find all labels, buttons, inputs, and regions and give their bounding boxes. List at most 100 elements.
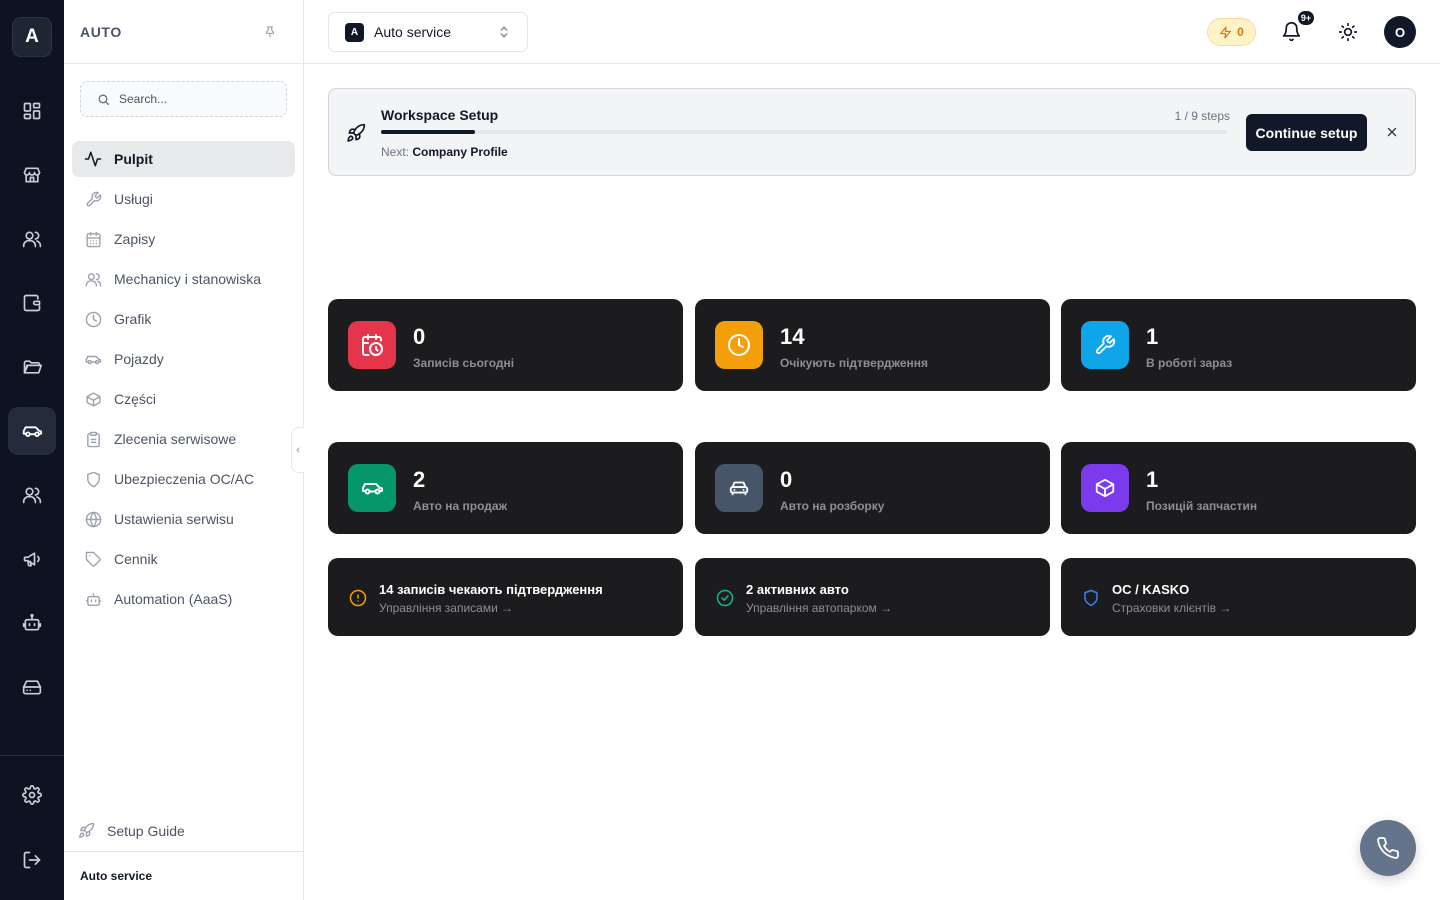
- globe-icon: [84, 511, 102, 528]
- box-icon: [84, 391, 102, 408]
- sidebar-item-zlecenia[interactable]: Zlecenia serwisowe: [72, 421, 295, 457]
- stat-card-today-bookings[interactable]: 0 Записів сьогодні: [328, 299, 683, 391]
- app-logo[interactable]: A: [12, 17, 52, 57]
- sidebar-item-ubezpieczenia[interactable]: Ubezpieczenia OC/AC: [72, 461, 295, 497]
- next-label: Next:: [381, 145, 410, 159]
- workspace-switcher[interactable]: A Auto service: [328, 12, 528, 52]
- sidebar-item-cennik[interactable]: Cennik: [72, 541, 295, 577]
- workspace-name: Auto service: [374, 24, 452, 40]
- sidebar-item-label: Mechanicy i stanowiska: [114, 271, 262, 287]
- wrench-icon: [84, 191, 102, 208]
- bell-icon: [1281, 21, 1302, 42]
- rail-team-button[interactable]: [8, 471, 56, 519]
- clock-icon: [84, 311, 102, 328]
- stat-card-parts-positions[interactable]: 1 Позицій запчастин: [1061, 442, 1416, 534]
- workspace-badge: A: [345, 22, 364, 42]
- quick-link-active-cars[interactable]: 2 активних авто Управління автопарком →: [695, 558, 1050, 636]
- topbar-divider: [304, 63, 1440, 64]
- team-icon: [22, 485, 42, 505]
- stat-label: Очікують підтвердження: [780, 356, 928, 370]
- setup-guide-link[interactable]: Setup Guide: [78, 822, 185, 839]
- stat-value: 14: [780, 324, 805, 349]
- shield-icon: [84, 471, 102, 488]
- activity-icon: [84, 150, 102, 168]
- sidebar-item-label: Ubezpieczenia OC/AC: [114, 471, 255, 487]
- stat-label: Записів сьогодні: [413, 356, 515, 370]
- rail-auto-button[interactable]: [8, 407, 56, 455]
- car-icon: [84, 350, 102, 369]
- rail-wallet-button[interactable]: [8, 279, 56, 327]
- close-icon: [1385, 125, 1399, 139]
- robot-icon: [22, 613, 42, 633]
- quick-link-subtitle: Управління записами →: [379, 601, 514, 615]
- stat-label: Авто на розборку: [780, 499, 885, 513]
- sidebar-item-label: Zlecenia serwisowe: [114, 431, 237, 447]
- users-icon: [22, 229, 42, 249]
- stat-value: 2: [413, 467, 426, 492]
- sidebar-item-grafik[interactable]: Grafik: [72, 301, 295, 337]
- rail-store-button[interactable]: [8, 151, 56, 199]
- collapse-sidebar-button[interactable]: [291, 427, 304, 473]
- bot-icon: [84, 591, 102, 608]
- setup-progress-fill: [381, 130, 475, 134]
- rail-settings-button[interactable]: [8, 771, 56, 819]
- package-icon: [1081, 464, 1129, 512]
- rail-storage-button[interactable]: [8, 663, 56, 711]
- tag-icon: [84, 551, 102, 568]
- notifications-button[interactable]: [1281, 21, 1302, 42]
- quick-link-pending-bookings[interactable]: 14 записів чекають підтвердження Управлі…: [328, 558, 683, 636]
- chevrons-up-down-icon: [497, 25, 511, 39]
- stat-label: Авто на продаж: [413, 499, 508, 513]
- sidebar-item-uslugi[interactable]: Usługi: [72, 181, 295, 217]
- phone-icon: [1376, 836, 1400, 860]
- icon-rail: A: [0, 0, 64, 900]
- credits-count: 0: [1237, 25, 1244, 39]
- rail-automation-button[interactable]: [8, 599, 56, 647]
- megaphone-icon: [22, 549, 42, 569]
- sidebar-item-zapisy[interactable]: Zapisy: [72, 221, 295, 257]
- setup-title: Workspace Setup: [381, 107, 499, 123]
- sidebar-search[interactable]: [80, 81, 287, 117]
- dismiss-banner-button[interactable]: [1385, 125, 1399, 139]
- sidebar-header-divider: [64, 63, 303, 64]
- sidebar-item-ustawienia[interactable]: Ustawienia serwisu: [72, 501, 295, 537]
- search-input[interactable]: [119, 92, 269, 106]
- stat-value: 0: [780, 467, 793, 492]
- sidebar-item-automation[interactable]: Automation (AaaS): [72, 581, 295, 617]
- call-button[interactable]: [1360, 820, 1416, 876]
- credits-badge[interactable]: 0: [1207, 18, 1256, 46]
- calendar-clock-icon: [348, 321, 396, 369]
- rail-dashboard-button[interactable]: [8, 87, 56, 135]
- rail-users-button[interactable]: [8, 215, 56, 263]
- sidebar-item-mechanicy[interactable]: Mechanicy i stanowiska: [72, 261, 295, 297]
- sidebar-item-label: Części: [114, 391, 157, 407]
- quick-link-title: OC / KASKO: [1112, 582, 1190, 597]
- stat-value: 1: [1146, 467, 1159, 492]
- rail-marketing-button[interactable]: [8, 535, 56, 583]
- theme-toggle-button[interactable]: [1338, 22, 1358, 42]
- calendar-icon: [84, 231, 102, 248]
- setup-next-step: Next: Company Profile: [381, 145, 508, 159]
- sun-icon: [1338, 22, 1358, 42]
- chevron-left-icon: [294, 445, 302, 455]
- quick-link-insurance[interactable]: OC / KASKO Страховки клієнтів →: [1061, 558, 1416, 636]
- stat-card-cars-for-parts[interactable]: 0 Авто на розборку: [695, 442, 1050, 534]
- sidebar-item-pulpit[interactable]: Pulpit: [72, 141, 295, 177]
- pin-icon: [263, 24, 277, 38]
- rail-folder-button[interactable]: [8, 343, 56, 391]
- quick-link-subtitle: Управління автопарком →: [746, 601, 893, 615]
- user-avatar[interactable]: O: [1384, 16, 1416, 48]
- sidebar-item-label: Ustawienia serwisu: [114, 511, 234, 527]
- sidebar-item-czesci[interactable]: Części: [72, 381, 295, 417]
- workspace-setup-banner: Workspace Setup 1 / 9 steps Next: Compan…: [328, 88, 1416, 176]
- stat-card-cars-for-sale[interactable]: 2 Авто на продаж: [328, 442, 683, 534]
- check-circle-icon: [716, 589, 734, 607]
- stat-card-awaiting-confirmation[interactable]: 14 Очікують підтвердження: [695, 299, 1050, 391]
- pin-sidebar-button[interactable]: [263, 24, 277, 38]
- stat-card-in-progress[interactable]: 1 В роботі зараз: [1061, 299, 1416, 391]
- sidebar-footer-workspace: Auto service: [80, 869, 153, 883]
- continue-setup-button[interactable]: Continue setup: [1246, 114, 1367, 151]
- rail-logout-button[interactable]: [8, 836, 56, 884]
- sidebar-item-pojazdy[interactable]: Pojazdy: [72, 341, 295, 377]
- setup-guide-label: Setup Guide: [107, 822, 185, 839]
